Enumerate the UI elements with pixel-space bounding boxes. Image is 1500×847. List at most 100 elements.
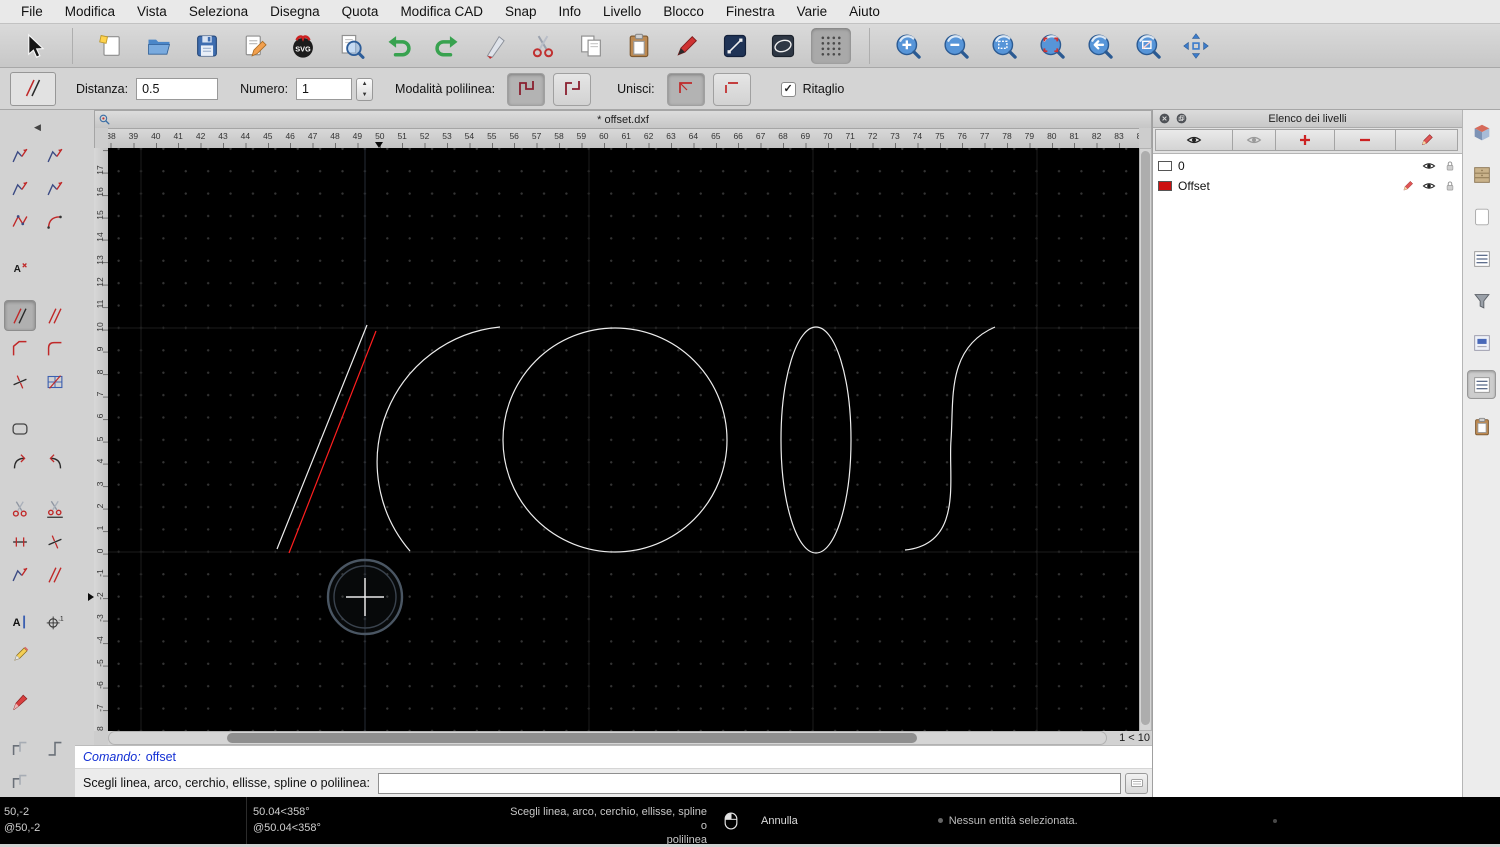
entity-offset-line[interactable] — [288, 330, 377, 554]
menu-modifica-cad[interactable]: Modifica CAD — [389, 0, 494, 24]
drawing-canvas[interactable] — [108, 148, 1139, 731]
tool-edit-text-button[interactable]: A — [4, 606, 36, 637]
layer-row[interactable]: 0 — [1153, 156, 1462, 176]
tool-shrink-button[interactable] — [39, 526, 71, 557]
menu-file[interactable]: File — [10, 0, 54, 24]
palette-collapse-button[interactable]: ◀ — [0, 122, 75, 138]
entity-arc[interactable] — [376, 326, 501, 552]
tool-draw-freehand-button[interactable] — [4, 639, 36, 670]
magnifier-icon[interactable] — [98, 113, 111, 126]
draw-pen-button[interactable] — [667, 28, 707, 64]
library-browser-panel-button[interactable] — [1467, 160, 1496, 189]
layer-row[interactable]: Offset — [1153, 176, 1462, 196]
copy-button[interactable] — [571, 28, 611, 64]
menu-quota[interactable]: Quota — [331, 0, 390, 24]
tool-insert-point-button[interactable]: .1 — [39, 606, 71, 637]
edit-document-button[interactable] — [235, 28, 275, 64]
command-options-button[interactable] — [1125, 772, 1148, 794]
tool-polyline-delete-node-button[interactable] — [4, 173, 36, 204]
tool-polyline-arc-button[interactable] — [39, 206, 71, 237]
tool-parallel-through-point-button[interactable] — [39, 300, 71, 331]
open-file-button[interactable] — [139, 28, 179, 64]
number-input[interactable] — [296, 78, 353, 100]
horizontal-scrollbar-thumb[interactable] — [227, 733, 917, 743]
panel-close-button[interactable] — [1158, 112, 1171, 125]
grid-toggle-button[interactable] — [811, 28, 851, 64]
zoom-out-button[interactable] — [936, 28, 976, 64]
menu-info[interactable]: Info — [548, 0, 593, 24]
zoom-in-button[interactable] — [888, 28, 928, 64]
paste-button[interactable] — [619, 28, 659, 64]
tool-stretch-button[interactable] — [4, 559, 36, 590]
tool-trim-both-button[interactable] — [39, 493, 71, 524]
zoom-selection-button[interactable] — [1128, 28, 1168, 64]
layer-lock-icon[interactable] — [1442, 159, 1457, 174]
tool-move-reference-button[interactable] — [39, 559, 71, 590]
layer-list-panel-button[interactable] — [1467, 370, 1496, 399]
layer-color-swatch[interactable] — [1158, 181, 1172, 191]
ellipse-tool-button[interactable] — [763, 28, 803, 64]
tool-break-out-segment-button[interactable] — [39, 366, 71, 397]
undo-button[interactable] — [379, 28, 419, 64]
clipboard-viewer-panel-button[interactable] — [1467, 412, 1496, 441]
menu-varie[interactable]: Varie — [786, 0, 839, 24]
panel-detach-button[interactable] — [1175, 112, 1188, 125]
tool-combine-button[interactable] — [39, 733, 71, 764]
tool-polyline-delete-segment-button[interactable] — [39, 173, 71, 204]
tool-offset-button[interactable] — [4, 300, 36, 331]
polyline-mode-gap-button[interactable] — [553, 72, 592, 106]
cut-button[interactable] — [523, 28, 563, 64]
eraser-button[interactable] — [475, 28, 515, 64]
vertical-scrollbar-thumb[interactable] — [1141, 151, 1150, 725]
command-input[interactable] — [377, 772, 1121, 794]
view-previous-button[interactable] — [1080, 28, 1120, 64]
tool-misc-button[interactable] — [4, 766, 36, 797]
blank-panel-panel-button[interactable] — [1467, 202, 1496, 231]
selection-arrow-button[interactable] — [14, 28, 54, 64]
ritaglio-checkbox[interactable]: ✓ — [780, 81, 796, 97]
selection-filter-panel-button[interactable] — [1467, 286, 1496, 315]
redo-button[interactable] — [427, 28, 467, 64]
entity-spline[interactable] — [904, 326, 996, 551]
print-preview-button[interactable] — [331, 28, 371, 64]
tool-divide-button[interactable] — [4, 366, 36, 397]
block-list-panel-button[interactable] — [1467, 328, 1496, 357]
menu-livello[interactable]: Livello — [592, 0, 652, 24]
tool-auto-trim-button[interactable] — [4, 413, 36, 444]
menu-aiuto[interactable]: Aiuto — [838, 0, 891, 24]
layer-edit-icon[interactable] — [1400, 179, 1415, 194]
zoom-window-button[interactable] — [984, 28, 1024, 64]
new-document-button[interactable] — [91, 28, 131, 64]
number-stepper[interactable]: ▲ ▼ — [356, 77, 374, 101]
tool-explode-button[interactable] — [4, 733, 36, 764]
command-history-panel-button[interactable] — [1467, 244, 1496, 273]
toggle-layer-visibility-button[interactable] — [1232, 129, 1276, 151]
menu-vista[interactable]: Vista — [126, 0, 178, 24]
show-all-layers-button[interactable] — [1155, 129, 1233, 151]
menu-seleziona[interactable]: Seleziona — [178, 0, 259, 24]
tool-polyline-from-segments-button[interactable] — [4, 206, 36, 237]
menu-modifica[interactable]: Modifica — [54, 0, 126, 24]
zoom-extents-button[interactable] — [1032, 28, 1072, 64]
layer-visibility-icon[interactable] — [1421, 179, 1436, 194]
layer-lock-icon[interactable] — [1442, 179, 1457, 194]
add-layer-button[interactable] — [1275, 129, 1335, 151]
tool-round-all-button[interactable] — [39, 446, 71, 477]
tool-trim-button[interactable] — [4, 493, 36, 524]
tool-lengthen-button[interactable] — [4, 526, 36, 557]
layer-visibility-icon[interactable] — [1421, 159, 1436, 174]
tool-fillet-button[interactable] — [39, 333, 71, 364]
entity-circle[interactable] — [502, 327, 728, 553]
menu-disegna[interactable]: Disegna — [259, 0, 331, 24]
entity-ellipse[interactable] — [780, 326, 852, 554]
join-corner-button[interactable] — [666, 72, 705, 106]
edit-layer-button[interactable] — [1395, 129, 1458, 151]
tool-align-reference-button[interactable]: A — [4, 253, 36, 284]
polyline-mode-solid-button[interactable] — [507, 72, 546, 106]
line-tool-button[interactable] — [715, 28, 755, 64]
tool-bevel-button[interactable] — [4, 333, 36, 364]
auto-zoom-button[interactable] — [1176, 28, 1216, 64]
tool-polyline-add-node-button[interactable] — [39, 140, 71, 171]
menu-snap[interactable]: Snap — [494, 0, 548, 24]
svg-export-button[interactable]: SVG — [283, 28, 323, 64]
